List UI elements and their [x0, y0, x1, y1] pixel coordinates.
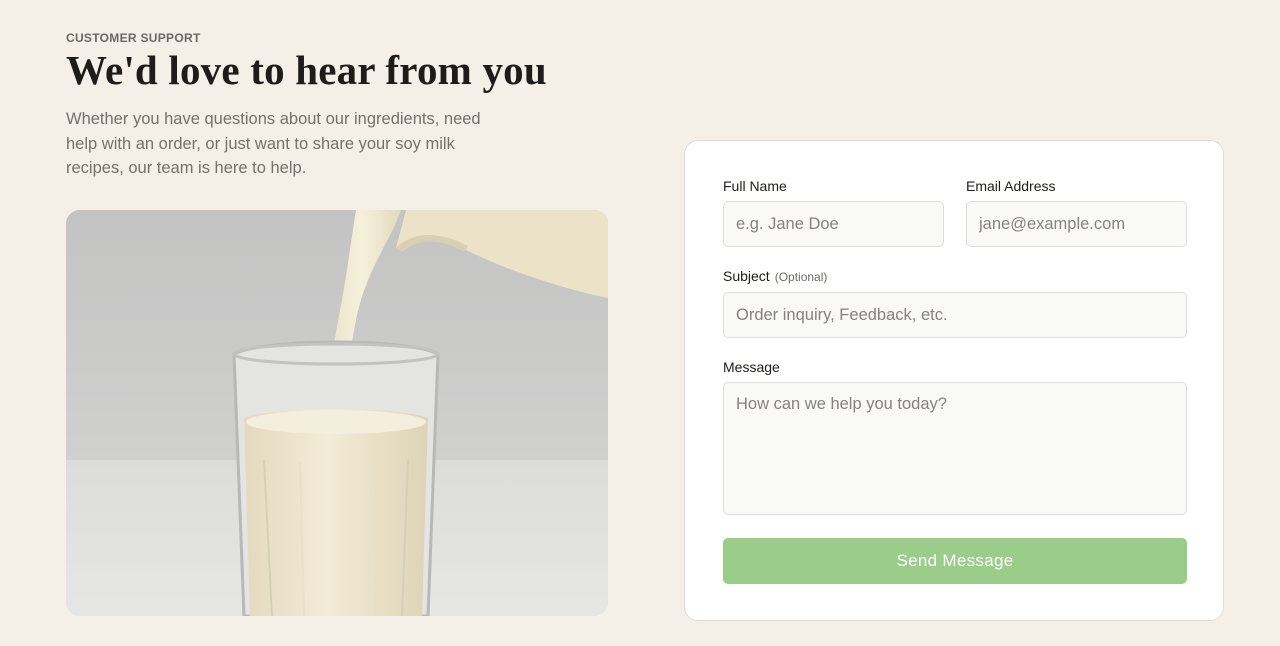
send-message-button[interactable]: Send Message: [723, 538, 1187, 584]
message-label: Message: [723, 359, 780, 375]
subject-input[interactable]: [723, 292, 1187, 338]
subject-label: Subject: [723, 268, 770, 284]
intro-text: Whether you have questions about our ing…: [66, 110, 481, 177]
full-name-label: Full Name: [723, 178, 787, 194]
subject-label-group: Subject (Optional): [723, 268, 827, 284]
email-label: Email Address: [966, 178, 1056, 194]
page-title: We'd love to hear from you: [66, 47, 547, 93]
email-input[interactable]: [966, 201, 1187, 247]
section-eyebrow: CUSTOMER SUPPORT: [66, 31, 201, 45]
contact-form: Full Name Email Address Subject (Optional…: [684, 140, 1224, 621]
message-textarea[interactable]: [723, 382, 1187, 515]
soy-milk-pour-image: [66, 210, 608, 616]
subject-optional-hint: (Optional): [774, 270, 828, 284]
full-name-input[interactable]: [723, 201, 944, 247]
